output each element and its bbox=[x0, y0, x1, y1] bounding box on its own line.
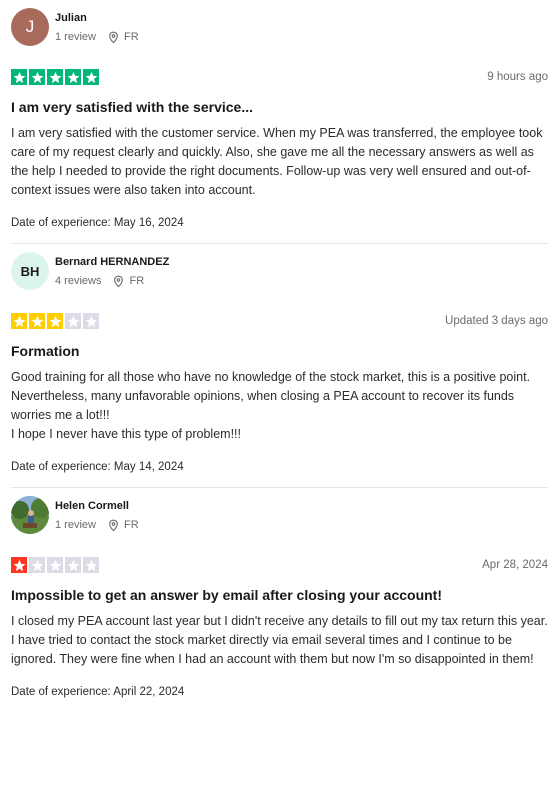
review-date: 9 hours ago bbox=[487, 71, 548, 83]
location-pin-icon bbox=[109, 519, 118, 531]
avatar-photo bbox=[11, 496, 49, 534]
review-card: J Julian 1 review FR 9 hours ago I am ve… bbox=[0, 0, 559, 229]
avatar[interactable] bbox=[11, 496, 49, 534]
review-body: Good training for all those who have no … bbox=[11, 370, 531, 441]
reviewer-name[interactable]: Julian bbox=[55, 11, 139, 25]
review-title[interactable]: Impossible to get an answer by email aft… bbox=[11, 586, 548, 604]
review-count: 1 review bbox=[55, 30, 96, 43]
star-icon bbox=[11, 557, 27, 573]
review-title[interactable]: I am very satisfied with the service... bbox=[11, 98, 548, 116]
review-date: Apr 28, 2024 bbox=[482, 559, 548, 571]
review-list: J Julian 1 review FR 9 hours ago I am ve… bbox=[0, 0, 559, 698]
reviewer-country: FR bbox=[123, 518, 139, 531]
review-date: Updated 3 days ago bbox=[445, 315, 548, 327]
star-icon bbox=[29, 557, 45, 573]
reviewer-header: Helen Cormell 1 review FR bbox=[11, 488, 548, 542]
star-icon bbox=[11, 69, 27, 85]
star-icon bbox=[11, 313, 27, 329]
reviewer-country: FR bbox=[123, 30, 139, 43]
star-rating bbox=[11, 313, 99, 329]
avatar[interactable]: J bbox=[11, 8, 49, 46]
star-icon bbox=[65, 313, 81, 329]
review-body: I am very satisfied with the customer se… bbox=[11, 126, 543, 197]
review-count: 4 reviews bbox=[55, 274, 102, 287]
rating-row: Updated 3 days ago bbox=[11, 313, 548, 329]
date-of-experience: Date of experience: May 14, 2024 bbox=[11, 461, 184, 473]
review-title[interactable]: Formation bbox=[11, 342, 548, 360]
reviewer-meta: Bernard HERNANDEZ 4 reviews FR bbox=[55, 255, 169, 288]
star-icon bbox=[29, 69, 45, 85]
rating-row: 9 hours ago bbox=[11, 69, 548, 85]
rating-row: Apr 28, 2024 bbox=[11, 557, 548, 573]
reviewer-header: BH Bernard HERNANDEZ 4 reviews FR bbox=[11, 244, 548, 298]
star-icon bbox=[83, 557, 99, 573]
star-icon bbox=[65, 69, 81, 85]
avatar[interactable]: BH bbox=[11, 252, 49, 290]
star-icon bbox=[29, 313, 45, 329]
reviewer-info: 4 reviews FR bbox=[55, 275, 169, 288]
star-icon bbox=[47, 69, 63, 85]
star-icon bbox=[47, 313, 63, 329]
date-of-experience: Date of experience: April 22, 2024 bbox=[11, 686, 185, 698]
review-card: Helen Cormell 1 review FR Apr 28, 2024 I… bbox=[0, 488, 559, 698]
reviewer-header: J Julian 1 review FR bbox=[11, 0, 548, 54]
star-icon bbox=[65, 557, 81, 573]
star-icon bbox=[47, 557, 63, 573]
review-card: BH Bernard HERNANDEZ 4 reviews FR Update… bbox=[0, 244, 559, 473]
reviewer-name[interactable]: Bernard HERNANDEZ bbox=[55, 255, 169, 269]
star-rating bbox=[11, 69, 99, 85]
reviewer-name[interactable]: Helen Cormell bbox=[55, 499, 139, 513]
review-count: 1 review bbox=[55, 518, 96, 531]
review-body: I closed my PEA account last year but I … bbox=[11, 614, 548, 666]
location-pin-icon bbox=[109, 31, 118, 43]
star-icon bbox=[83, 313, 99, 329]
location-pin-icon bbox=[114, 275, 124, 287]
reviewer-info: 1 review FR bbox=[55, 519, 139, 532]
star-rating bbox=[11, 557, 99, 573]
date-of-experience: Date of experience: May 16, 2024 bbox=[11, 217, 184, 229]
reviewer-meta: Julian 1 review FR bbox=[55, 11, 139, 44]
star-icon bbox=[83, 69, 99, 85]
reviewer-info: 1 review FR bbox=[55, 31, 139, 44]
reviewer-meta: Helen Cormell 1 review FR bbox=[55, 499, 139, 532]
reviewer-country: FR bbox=[129, 274, 145, 287]
